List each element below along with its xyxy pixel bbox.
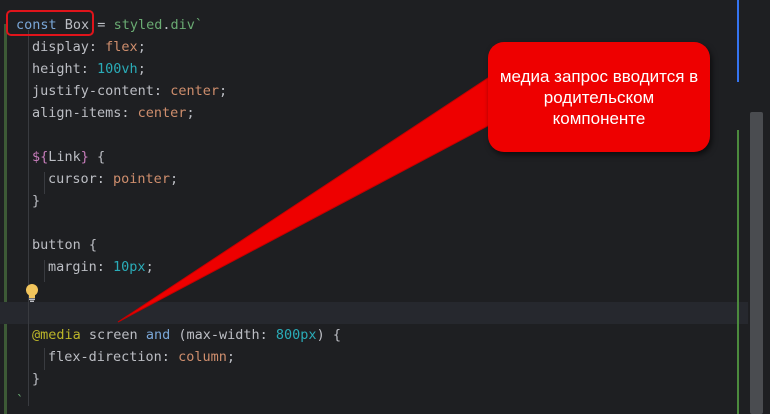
callout-annotation: медиа запрос вводится в родительском ком…	[488, 42, 710, 152]
code-editor[interactable]: const Box = styled.div` display: flex; h…	[0, 0, 770, 414]
callout-text: медиа запрос вводится в родительском ком…	[499, 66, 699, 128]
